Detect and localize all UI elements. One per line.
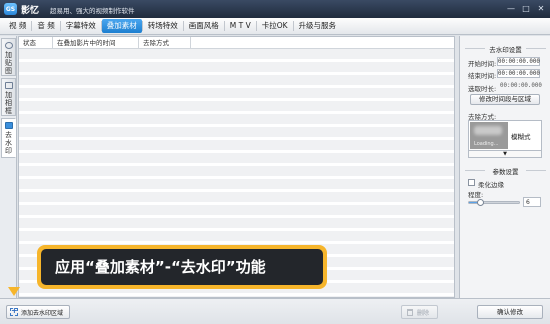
divider bbox=[526, 170, 546, 171]
watermark-icon bbox=[4, 122, 13, 129]
watermark-settings-panel: 去水印设置 开始时间: 00:00:00.000 结束时间: 00:00:00.… bbox=[459, 36, 550, 298]
section-title-watermark: 去水印设置 bbox=[489, 46, 522, 54]
chevron-down-icon: ▼ bbox=[503, 151, 507, 157]
confirm-modify-button[interactable]: 确认修改 bbox=[477, 305, 543, 319]
callout-text: 应用“叠加素材”-“去水印”功能 bbox=[41, 249, 323, 285]
list-header: 状态 在叠加影片中的时间 去除方式 bbox=[19, 37, 454, 49]
app-name: 影忆 bbox=[21, 6, 40, 16]
blur-preview-area bbox=[474, 126, 502, 135]
menu-mtv[interactable]: M T V bbox=[225, 19, 256, 33]
minimize-icon[interactable]: — bbox=[505, 3, 517, 14]
menu-transitions[interactable]: 转场特效 bbox=[143, 19, 183, 33]
blur-preview-thumbnail: Loading... bbox=[470, 122, 508, 149]
menu-karaoke[interactable]: 卡拉OK bbox=[257, 19, 293, 33]
end-time-label: 结束时间: bbox=[468, 72, 497, 80]
degree-input[interactable]: 6 bbox=[523, 197, 541, 207]
frame-icon bbox=[4, 82, 13, 89]
callout-pointer bbox=[8, 287, 20, 296]
title-bar: GS 影忆 超易用、强大的视频制作软件 — □ ✕ bbox=[0, 0, 550, 18]
menu-video[interactable]: 视 频 bbox=[4, 19, 31, 33]
divider bbox=[526, 48, 546, 49]
duration-label: 选取时长: bbox=[468, 85, 497, 93]
method-name: 模糊式 bbox=[511, 133, 531, 141]
tab-add-sticker[interactable]: 加贴图 bbox=[1, 38, 16, 76]
thumbnail-caption: Loading... bbox=[474, 141, 499, 147]
close-icon[interactable]: ✕ bbox=[535, 3, 547, 14]
add-button-label: 添加去水印区域 bbox=[21, 309, 64, 317]
modify-time-region-button[interactable]: 修改时间段与区域 bbox=[470, 94, 540, 105]
method-dropdown-button[interactable]: ▼ bbox=[468, 151, 542, 158]
degree-label: 程度: bbox=[468, 191, 484, 199]
add-region-icon bbox=[10, 306, 18, 316]
remove-method-select[interactable]: Loading... 模糊式 bbox=[468, 120, 542, 151]
app-slogan: 超易用、强大的视频制作软件 bbox=[50, 7, 135, 15]
column-method[interactable]: 去除方式 bbox=[139, 37, 191, 48]
tab-label: 加相框 bbox=[4, 91, 13, 115]
start-time-input[interactable]: 00:00:00.000 bbox=[497, 57, 540, 66]
tab-label: 加贴图 bbox=[4, 51, 13, 75]
tab-add-frame[interactable]: 加相框 bbox=[1, 78, 16, 116]
side-tabs: 加贴图 加相框 去水印 bbox=[0, 36, 17, 298]
add-watermark-region-button[interactable]: 添加去水印区域 bbox=[6, 305, 70, 319]
menu-picture-style[interactable]: 画面风格 bbox=[184, 19, 224, 33]
delete-button[interactable]: 删除 bbox=[401, 305, 438, 319]
menu-subtitle-effects[interactable]: 字幕特效 bbox=[61, 19, 101, 33]
tutorial-callout: 应用“叠加素材”-“去水印”功能 bbox=[37, 245, 327, 289]
app-logo: GS bbox=[4, 3, 17, 15]
start-time-label: 开始时间: bbox=[468, 60, 497, 68]
bottom-bar: 添加去水印区域 删除 确认修改 bbox=[0, 298, 550, 324]
maximize-icon[interactable]: □ bbox=[520, 3, 532, 14]
delete-button-label: 删除 bbox=[417, 309, 430, 317]
section-title-params: 参数设置 bbox=[492, 168, 519, 176]
end-time-input[interactable]: 00:00:00.000 bbox=[497, 69, 540, 78]
menu-audio[interactable]: 音 频 bbox=[32, 19, 59, 33]
trash-icon bbox=[407, 308, 413, 316]
duration-value: 00:00:00.000 bbox=[500, 83, 542, 89]
menu-overlay-material[interactable]: 叠加素材 bbox=[101, 19, 142, 33]
degree-slider[interactable] bbox=[468, 199, 520, 206]
main-menu: 视 频 音 频 字幕特效 叠加素材 转场特效 画面风格 M T V 卡拉OK 升… bbox=[0, 18, 550, 35]
tab-remove-watermark[interactable]: 去水印 bbox=[1, 118, 16, 158]
tab-label: 去水印 bbox=[4, 131, 13, 155]
soften-edges-label: 柔化边缘 bbox=[478, 181, 504, 189]
column-status[interactable]: 状态 bbox=[19, 37, 53, 48]
column-time[interactable]: 在叠加影片中的时间 bbox=[53, 37, 139, 48]
menu-upgrade-service[interactable]: 升级与服务 bbox=[294, 19, 342, 33]
degree-slider-handle[interactable] bbox=[477, 199, 484, 206]
soften-edges-checkbox[interactable] bbox=[468, 179, 475, 186]
sticker-icon bbox=[4, 42, 13, 49]
